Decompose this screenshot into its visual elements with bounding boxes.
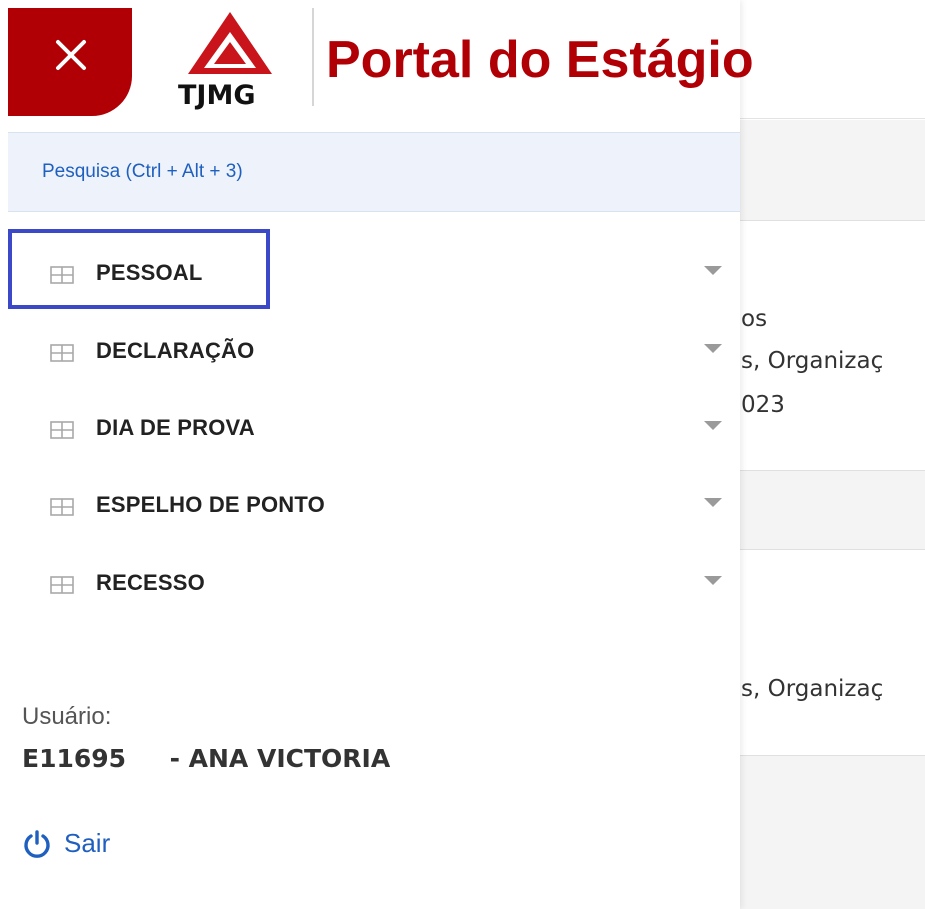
chevron-down-icon[interactable] xyxy=(704,498,722,507)
triangle-logo-icon xyxy=(188,12,272,74)
chevron-down-icon[interactable] xyxy=(704,344,722,353)
page-title: Portal do Estágio xyxy=(326,31,754,89)
sidebar-item-label: DECLARAÇÃO xyxy=(96,338,255,363)
search-label[interactable]: Pesquisa (Ctrl + Alt + 3) xyxy=(42,161,243,183)
header-divider xyxy=(312,8,314,106)
background-divider xyxy=(740,549,925,550)
logout-label[interactable]: Sair xyxy=(64,828,110,859)
background-text: 023 xyxy=(741,392,785,418)
drawer-header: TJMG Portal do Estágio xyxy=(0,0,754,130)
background-band xyxy=(740,120,925,220)
user-value: E11695 - ANA VICTORIA xyxy=(22,744,391,773)
sidebar-item-label: RECESSO xyxy=(96,570,205,595)
sidebar-item-declaracao[interactable]: DECLARAÇÃO xyxy=(8,314,740,384)
background-band xyxy=(740,756,925,909)
background-text: s, Organizaç xyxy=(741,676,884,702)
table-icon xyxy=(50,344,74,362)
table-icon xyxy=(50,498,74,516)
background-divider xyxy=(740,220,925,221)
search-bar[interactable]: Pesquisa (Ctrl + Alt + 3) xyxy=(8,132,740,212)
sidebar-item-dia-de-prova[interactable]: DIA DE PROVA xyxy=(8,391,740,461)
sidebar-item-espelho-de-ponto[interactable]: ESPELHO DE PONTO xyxy=(8,468,740,538)
logo-text: TJMG xyxy=(178,80,256,111)
background-text: os xyxy=(741,306,768,332)
chevron-down-icon[interactable] xyxy=(704,266,722,275)
close-icon xyxy=(56,40,86,70)
chevron-down-icon[interactable] xyxy=(704,421,722,430)
background-text: s, Organizaç xyxy=(741,348,884,374)
sidebar-item-label: ESPELHO DE PONTO xyxy=(96,492,325,517)
power-icon xyxy=(24,830,50,858)
close-button[interactable] xyxy=(8,8,132,116)
tjmg-logo: TJMG xyxy=(174,8,286,112)
background-band xyxy=(740,471,925,549)
table-icon xyxy=(50,421,74,439)
navigation-drawer: TJMG Portal do Estágio Pesquisa (Ctrl + … xyxy=(0,0,754,909)
background-header-divider xyxy=(740,118,925,119)
user-label: Usuário: xyxy=(22,703,112,730)
table-icon xyxy=(50,576,74,594)
highlight-annotation xyxy=(8,229,270,309)
sidebar-item-label: DIA DE PROVA xyxy=(96,415,255,440)
chevron-down-icon[interactable] xyxy=(704,576,722,585)
sidebar-item-recesso[interactable]: RECESSO xyxy=(8,546,740,616)
